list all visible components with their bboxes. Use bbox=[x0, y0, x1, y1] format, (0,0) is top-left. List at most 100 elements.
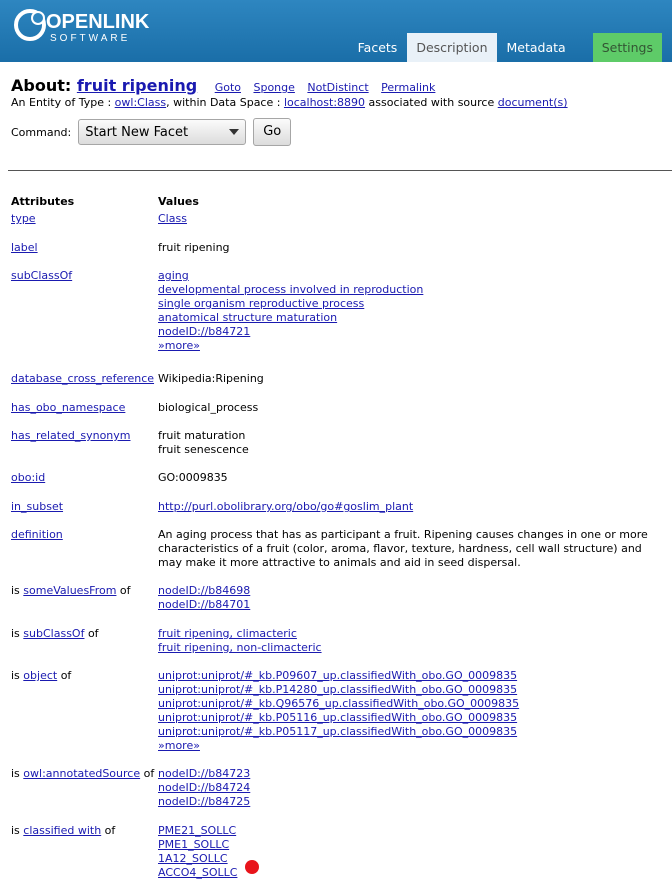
notdistinct-link[interactable]: NotDistinct bbox=[307, 81, 368, 94]
value-link[interactable]: 1A12_SOLLC bbox=[158, 852, 228, 865]
attribute-link[interactable]: owl:annotatedSource bbox=[23, 767, 140, 780]
value-text: fruit maturation bbox=[158, 429, 246, 442]
command-select-value: Start New Facet bbox=[85, 125, 189, 140]
value-item: fruit ripening bbox=[158, 241, 658, 255]
value-item: developmental process involved in reprod… bbox=[158, 283, 658, 297]
page-title-link[interactable]: fruit ripening bbox=[77, 76, 197, 95]
attribute-link[interactable]: type bbox=[11, 212, 36, 225]
attribute-link[interactable]: has_obo_namespace bbox=[11, 401, 125, 414]
value-link[interactable]: developmental process involved in reprod… bbox=[158, 283, 423, 296]
goto-link[interactable]: Goto bbox=[215, 81, 241, 94]
go-button[interactable]: Go bbox=[253, 118, 292, 146]
values-cell: PME21_SOLLC PME1_SOLLC 1A12_SOLLC ACCO4_SOL… bbox=[158, 824, 658, 880]
value-text: An aging process that has as participant… bbox=[158, 528, 648, 569]
value-link[interactable]: http://purl.obolibrary.org/obo/go#goslim… bbox=[158, 500, 413, 513]
attribute-link[interactable]: label bbox=[11, 241, 38, 254]
chevron-down-icon bbox=[229, 129, 240, 135]
value-link[interactable]: »more» bbox=[158, 339, 200, 352]
values-cell: uniprot:uniprot/#_kb.P09607_up.classifie… bbox=[158, 669, 658, 753]
value-item: GO:0009835 bbox=[158, 471, 658, 485]
values-cell: nodeID://b84723 nodeID://b84724 nodeID://b… bbox=[158, 767, 658, 809]
value-link[interactable]: nodeID://b84701 bbox=[158, 598, 250, 611]
tab-settings[interactable]: Settings bbox=[592, 33, 662, 62]
attribute-cell: is classified with of bbox=[11, 824, 161, 838]
value-link[interactable]: ACCO4_SOLLC bbox=[158, 866, 237, 879]
source-documents-link[interactable]: document(s) bbox=[498, 96, 568, 109]
attribute-cell: type bbox=[11, 212, 161, 226]
attribute-link[interactable]: obo:id bbox=[11, 471, 45, 484]
value-text: biological_process bbox=[158, 401, 259, 414]
attribute-link[interactable]: classified with bbox=[23, 824, 101, 837]
value-item: nodeID://b84721 bbox=[158, 325, 658, 339]
entity-text-1: An Entity of Type : bbox=[11, 96, 115, 109]
value-link[interactable]: fruit ripening, non-climacteric bbox=[158, 641, 322, 654]
value-link[interactable]: »more» bbox=[158, 739, 200, 752]
about-heading: About: fruit ripening Goto Sponge NotDis… bbox=[11, 76, 444, 95]
red-dot-marker bbox=[245, 860, 259, 874]
values-cell: Wikipedia:Ripening bbox=[158, 372, 658, 386]
value-link[interactable]: anatomical structure maturation bbox=[158, 311, 337, 324]
about-prefix: About: bbox=[11, 76, 72, 95]
attribute-link[interactable]: definition bbox=[11, 528, 63, 541]
command-label: Command: bbox=[11, 125, 72, 139]
value-item: anatomical structure maturation bbox=[158, 311, 658, 325]
values-cell: Class bbox=[158, 212, 658, 226]
value-item: nodeID://b84698 bbox=[158, 584, 658, 598]
attribute-cell: subClassOf bbox=[11, 269, 161, 283]
data-space-link[interactable]: localhost:8890 bbox=[284, 96, 365, 109]
value-link[interactable]: nodeID://b84723 bbox=[158, 767, 250, 780]
attribute-suffix: of bbox=[140, 767, 155, 780]
value-item: aging bbox=[158, 269, 658, 283]
value-item: http://purl.obolibrary.org/obo/go#goslim… bbox=[158, 500, 658, 514]
attribute-link[interactable]: subClassOf bbox=[11, 269, 72, 282]
value-link[interactable]: single organism reproductive process bbox=[158, 297, 364, 310]
attribute-cell: in_subset bbox=[11, 500, 161, 514]
attribute-link[interactable]: someValuesFrom bbox=[23, 584, 116, 597]
value-item: fruit senescence bbox=[158, 443, 658, 457]
brand-line2: SOFTWARE bbox=[50, 33, 130, 44]
attribute-suffix: of bbox=[57, 669, 72, 682]
attribute-cell: is object of bbox=[11, 669, 161, 683]
attribute-cell: definition bbox=[11, 528, 161, 542]
permalink-link[interactable]: Permalink bbox=[381, 81, 435, 94]
value-link[interactable]: uniprot:uniprot/#_kb.P09607_up.classifie… bbox=[158, 669, 517, 682]
value-item: biological_process bbox=[158, 401, 658, 415]
value-link[interactable]: uniprot:uniprot/#_kb.P05117_up.classifie… bbox=[158, 725, 517, 738]
attribute-link[interactable]: object bbox=[23, 669, 57, 682]
value-link[interactable]: uniprot:uniprot/#_kb.P05116_up.classifie… bbox=[158, 711, 517, 724]
value-item: fruit ripening, non-climacteric bbox=[158, 641, 658, 655]
tab-description[interactable]: Description bbox=[407, 33, 497, 62]
value-link[interactable]: aging bbox=[158, 269, 189, 282]
openlink-logo: OPENLINK SOFTWARE bbox=[14, 5, 154, 45]
attribute-prefix: is bbox=[11, 584, 24, 597]
tab-metadata[interactable]: Metadata bbox=[498, 33, 575, 62]
attribute-link[interactable]: database_cross_reference bbox=[11, 372, 154, 385]
divider bbox=[8, 170, 672, 171]
value-link[interactable]: Class bbox=[158, 212, 187, 225]
attribute-suffix: of bbox=[116, 584, 131, 597]
value-text: Wikipedia:Ripening bbox=[158, 372, 264, 385]
attributes-header: Attributes bbox=[11, 195, 75, 208]
value-item: uniprot:uniprot/#_kb.P14280_up.classifie… bbox=[158, 683, 658, 697]
value-link[interactable]: nodeID://b84724 bbox=[158, 781, 250, 794]
tab-facets[interactable]: Facets bbox=[349, 33, 407, 62]
value-item: PME1_SOLLC bbox=[158, 838, 658, 852]
value-item: single organism reproductive process bbox=[158, 297, 658, 311]
value-link[interactable]: nodeID://b84698 bbox=[158, 584, 250, 597]
command-bar: Command: Start New Facet Go bbox=[11, 118, 292, 146]
value-link[interactable]: uniprot:uniprot/#_kb.Q96576_up.classifie… bbox=[158, 697, 519, 710]
entity-type-link[interactable]: owl:Class bbox=[115, 96, 166, 109]
attribute-link[interactable]: subClassOf bbox=[23, 627, 84, 640]
attribute-link[interactable]: in_subset bbox=[11, 500, 63, 513]
attribute-link[interactable]: has_related_synonym bbox=[11, 429, 131, 442]
value-link[interactable]: nodeID://b84721 bbox=[158, 325, 250, 338]
value-link[interactable]: PME21_SOLLC bbox=[158, 824, 236, 837]
value-link[interactable]: nodeID://b84725 bbox=[158, 795, 250, 808]
attribute-prefix: is bbox=[11, 767, 24, 780]
sponge-link[interactable]: Sponge bbox=[253, 81, 294, 94]
command-select[interactable]: Start New Facet bbox=[78, 119, 247, 145]
attribute-prefix: is bbox=[11, 669, 24, 682]
value-link[interactable]: fruit ripening, climacteric bbox=[158, 627, 297, 640]
value-link[interactable]: PME1_SOLLC bbox=[158, 838, 229, 851]
value-link[interactable]: uniprot:uniprot/#_kb.P14280_up.classifie… bbox=[158, 683, 517, 696]
